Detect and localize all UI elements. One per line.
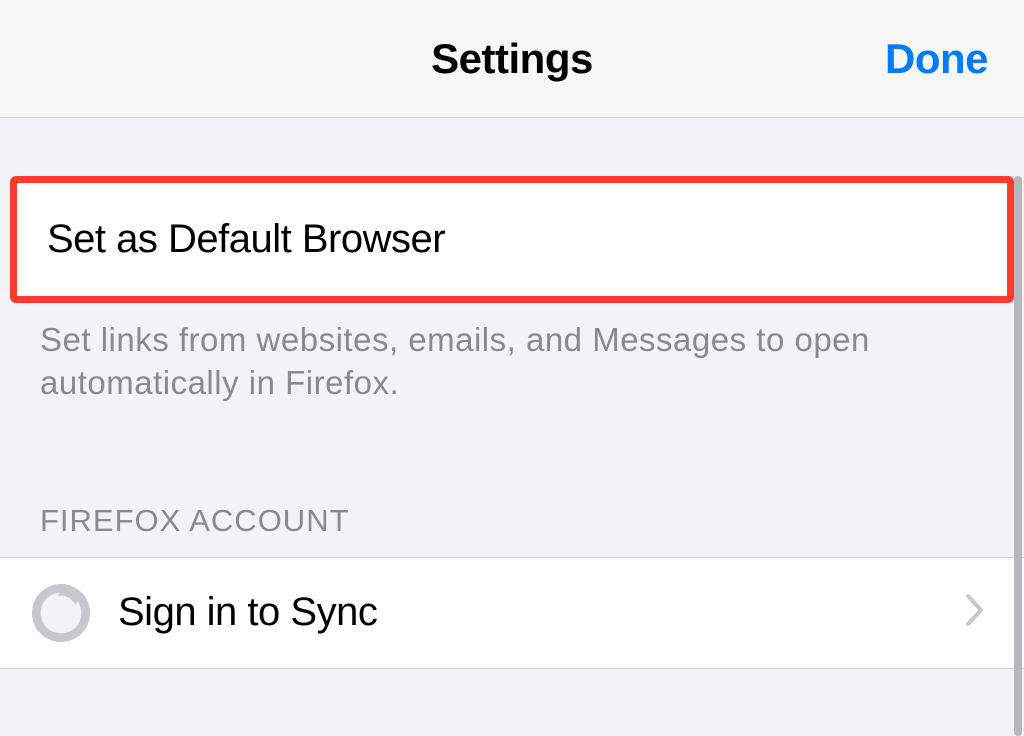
default-browser-label: Set as Default Browser — [47, 217, 977, 262]
default-browser-row[interactable]: Set as Default Browser — [10, 176, 1014, 303]
settings-header: Settings Done — [0, 0, 1024, 118]
sign-in-sync-label: Sign in to Sync — [118, 590, 966, 635]
default-browser-description: Set links from websites, emails, and Mes… — [0, 303, 1024, 405]
sign-in-sync-row[interactable]: Sign in to Sync — [0, 557, 1024, 669]
firefox-icon — [32, 584, 90, 642]
done-button[interactable]: Done — [885, 35, 988, 83]
page-title: Settings — [431, 35, 593, 83]
firefox-account-section-header: FIREFOX ACCOUNT — [0, 405, 1024, 557]
settings-content: Set as Default Browser Set links from we… — [0, 176, 1024, 669]
scrollbar[interactable] — [1014, 176, 1022, 736]
chevron-right-icon — [966, 594, 984, 631]
